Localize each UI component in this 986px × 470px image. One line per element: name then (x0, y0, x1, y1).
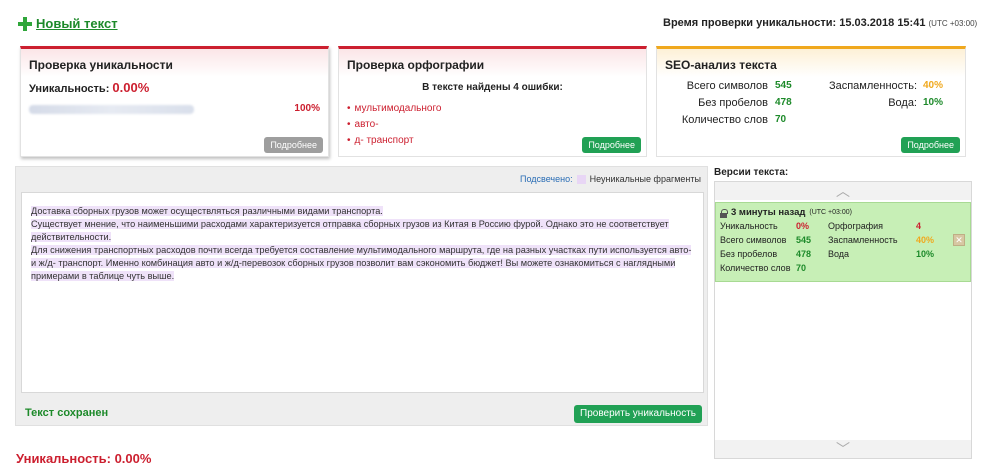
source-percent: 100% (294, 103, 320, 114)
editor-line: Доставка сборных грузов может осуществля… (31, 205, 694, 218)
legend-text: Неуникальные фрагменты (589, 174, 701, 184)
uniqueness-card: Проверка уникальности Уникальность: 0.00… (20, 46, 329, 157)
check-time-label: Время проверки уникальности: 15.03.2018 … (663, 17, 926, 29)
uniqueness-value: 0.00% (112, 80, 150, 95)
versions-title: Версии текста: (714, 167, 789, 178)
seo-more-button[interactable]: Подробнее (901, 137, 960, 153)
editor-panel: Подсвечено: Неуникальные фрагменты Доста… (15, 166, 708, 426)
chevron-up-icon: ︿ (836, 183, 850, 199)
legend-link[interactable]: Подсвечено: (520, 174, 573, 184)
versions-scroll-down[interactable]: ﹀ (715, 440, 971, 458)
legend-swatch (576, 174, 586, 184)
seo-chars-label: Всего символов (686, 80, 768, 92)
seo-card: SEO-анализ текста Всего символов 545 Без… (656, 46, 966, 157)
uniqueness-label: Уникальность: (29, 83, 110, 95)
version-header: 3 минуты назад (UTC +03:00) (720, 207, 852, 218)
version-nospace-value: 478 (796, 249, 812, 259)
chevron-down-icon: ﹀ (836, 441, 850, 457)
spelling-found-text: В тексте найдены 4 ошибки: (422, 82, 563, 93)
text-saved-status: Текст сохранен (25, 407, 109, 419)
new-text-label: Новый текст (36, 16, 118, 31)
text-editor[interactable]: Доставка сборных грузов может осуществля… (21, 192, 704, 393)
editor-line-text: Существует мнение, что наименьшими расхо… (31, 219, 669, 242)
spelling-error-item[interactable]: мультимодального (347, 101, 638, 117)
version-words-value: 70 (796, 263, 807, 273)
version-water-label: Вода (828, 249, 850, 259)
version-uniq-label: Уникальность (720, 221, 778, 231)
version-chars-value: 545 (796, 235, 812, 245)
uniqueness-more-button[interactable]: Подробнее (264, 137, 323, 153)
seo-card-title: SEO-анализ текста (665, 58, 777, 72)
version-spam-label: Заспамленность (828, 235, 898, 245)
version-time: 3 минуты назад (731, 207, 806, 218)
bottom-uniqueness: Уникальность: 0.00% (16, 451, 152, 466)
version-spell-value: 4 (916, 221, 922, 231)
version-uniq-value: 0% (796, 221, 810, 231)
seo-words-value: 70 (775, 114, 787, 125)
editor-line: Для снижения транспортных расходов почти… (31, 244, 694, 283)
seo-words-label: Количество слов (681, 114, 768, 126)
version-nospace-label: Без пробелов (720, 249, 778, 259)
blurred-source-link[interactable] (29, 105, 194, 114)
seo-spam-label: Заспамленность: (828, 80, 917, 92)
seo-water-label: Вода: (888, 97, 917, 109)
seo-nospace-label: Без пробелов (698, 97, 768, 109)
check-uniqueness-button[interactable]: Проверить уникальность (574, 405, 702, 423)
seo-nospace-value: 478 (775, 97, 792, 108)
version-water-value: 10% (916, 249, 935, 259)
uniqueness-line: Уникальность: 0.00% (29, 80, 320, 95)
editor-line-text: Доставка сборных грузов может осуществля… (31, 206, 383, 216)
version-spam-value: 40% (916, 235, 935, 245)
check-time-tz: (UTC +03:00) (928, 19, 978, 28)
version-spell-label: Орфография (828, 221, 884, 231)
seo-chars-value: 545 (775, 80, 792, 91)
spelling-error-item[interactable]: авто- (347, 117, 638, 133)
lock-icon (720, 208, 728, 218)
spelling-card: Проверка орфографии В тексте найдены 4 о… (338, 46, 647, 157)
version-chars-label: Всего символов (720, 235, 787, 245)
plus-icon (18, 16, 32, 31)
version-tz: (UTC +03:00) (809, 209, 852, 216)
highlight-legend: Подсвечено: Неуникальные фрагменты (520, 174, 701, 184)
seo-spam-value: 40% (923, 80, 944, 91)
check-time: Время проверки уникальности: 15.03.2018 … (663, 17, 977, 29)
editor-line-text: Для снижения транспортных расходов почти… (31, 245, 692, 281)
new-text-link[interactable]: Новый текст (18, 16, 118, 31)
version-item[interactable]: 3 минуты назад (UTC +03:00) Уникальность… (715, 202, 971, 282)
spelling-more-button[interactable]: Подробнее (582, 137, 641, 153)
delete-version-icon[interactable]: ✕ (953, 234, 965, 246)
versions-scroll-up[interactable]: ︿ (715, 182, 971, 200)
spelling-card-title: Проверка орфографии (347, 58, 485, 72)
version-words-label: Количество слов (720, 263, 791, 273)
seo-water-value: 10% (923, 97, 944, 108)
editor-line: Существует мнение, что наименьшими расхо… (31, 218, 694, 244)
versions-list: ︿ 3 минуты назад (UTC +03:00) Уникальнос… (714, 181, 972, 459)
uniqueness-card-title: Проверка уникальности (29, 58, 173, 72)
